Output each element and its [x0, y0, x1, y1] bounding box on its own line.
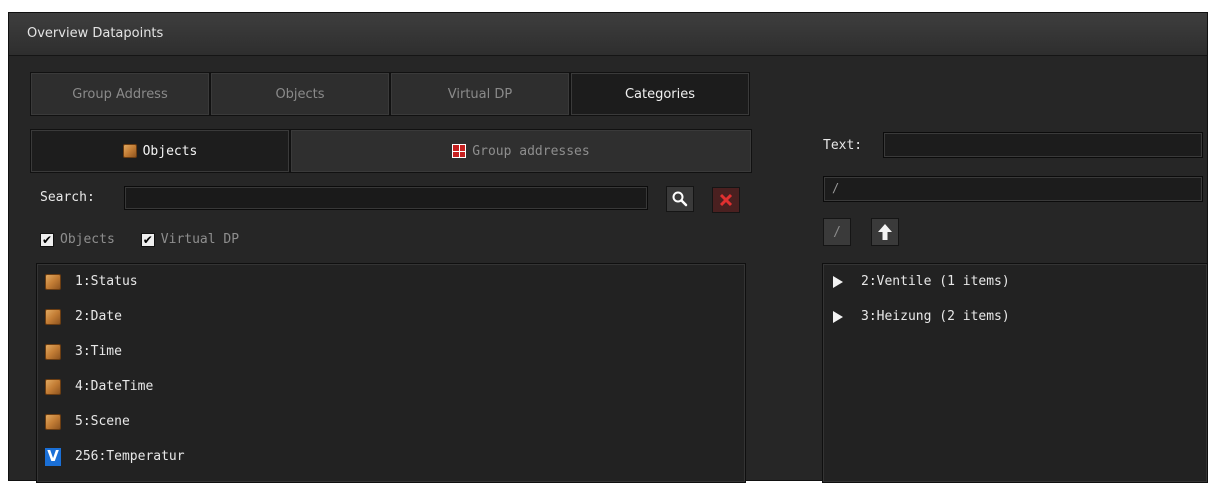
- virtual-dp-icon: V: [45, 447, 61, 466]
- objects-filter-label: Objects: [60, 232, 115, 247]
- clear-search-button[interactable]: [712, 187, 740, 213]
- categories-tree: 2:Ventile (1 items) 3:Heizung (2 items): [822, 263, 1208, 483]
- text-filter-input[interactable]: [883, 132, 1203, 158]
- root-button[interactable]: /: [823, 218, 851, 246]
- tab-objects[interactable]: Objects: [210, 72, 390, 116]
- objects-checkbox[interactable]: ✔: [40, 232, 54, 247]
- list-item[interactable]: 3:Time: [37, 334, 745, 369]
- up-button[interactable]: [871, 218, 899, 246]
- subtab-objects-label: Objects: [142, 143, 198, 159]
- list-item[interactable]: 1:Status: [37, 264, 745, 299]
- subtab-group-addresses-label: Group addresses: [472, 143, 590, 159]
- cube-icon: [45, 273, 61, 290]
- red-x-icon: [719, 193, 733, 207]
- text-filter-label: Text:: [823, 138, 863, 153]
- list-item[interactable]: 5:Scene: [37, 404, 745, 439]
- tab-categories[interactable]: Categories: [570, 72, 750, 116]
- list-item-label: 5:Scene: [75, 414, 130, 429]
- window-title: Overview Datapoints: [27, 26, 164, 41]
- magnifier-icon: [672, 191, 688, 207]
- list-item-label: 2:Date: [75, 309, 122, 324]
- category-path-field[interactable]: /: [823, 176, 1203, 202]
- list-item-label: 256:Temperatur: [75, 449, 185, 464]
- objects-list: 1:Status 2:Date 3:Time 4:DateTime 5:Scen…: [36, 263, 746, 483]
- search-label: Search:: [40, 190, 95, 205]
- arrow-up-icon: [878, 224, 892, 240]
- tab-virtual-dp[interactable]: Virtual DP: [390, 72, 570, 116]
- list-item-label: 1:Status: [75, 274, 138, 289]
- list-item-label: 4:DateTime: [75, 379, 154, 394]
- group-address-grid-icon: [452, 144, 467, 158]
- tree-item-label: 2:Ventile (1 items): [861, 274, 1010, 289]
- cube-icon: [122, 144, 137, 158]
- sub-tabs: Objects Group addresses: [30, 129, 752, 173]
- cube-icon: [45, 413, 61, 430]
- tree-item[interactable]: 2:Ventile (1 items): [823, 264, 1207, 299]
- main-tabs: Group Address Objects Virtual DP Categor…: [30, 72, 750, 116]
- virtual-dp-checkbox[interactable]: ✔: [140, 232, 155, 247]
- search-button[interactable]: [666, 186, 694, 212]
- cube-icon: [45, 343, 61, 360]
- title-bar: Overview Datapoints: [9, 13, 1207, 56]
- subtab-group-addresses[interactable]: Group addresses: [290, 129, 752, 173]
- subtab-objects[interactable]: Objects: [30, 129, 290, 173]
- tree-item-label: 3:Heizung (2 items): [861, 309, 1010, 324]
- cube-icon: [45, 378, 61, 395]
- expand-arrow-icon[interactable]: [833, 310, 843, 323]
- cube-icon: [45, 308, 61, 325]
- list-item[interactable]: 4:DateTime: [37, 369, 745, 404]
- list-item[interactable]: V 256:Temperatur: [37, 439, 745, 474]
- tree-item[interactable]: 3:Heizung (2 items): [823, 299, 1207, 334]
- list-item-label: 3:Time: [75, 344, 122, 359]
- search-input[interactable]: [124, 186, 648, 210]
- list-item[interactable]: 2:Date: [37, 299, 745, 334]
- tab-group-address[interactable]: Group Address: [30, 72, 210, 116]
- expand-arrow-icon[interactable]: [833, 275, 843, 288]
- filter-checkboxes: ✔ Objects ✔ Virtual DP: [40, 232, 239, 247]
- virtual-dp-filter-label: Virtual DP: [160, 232, 240, 247]
